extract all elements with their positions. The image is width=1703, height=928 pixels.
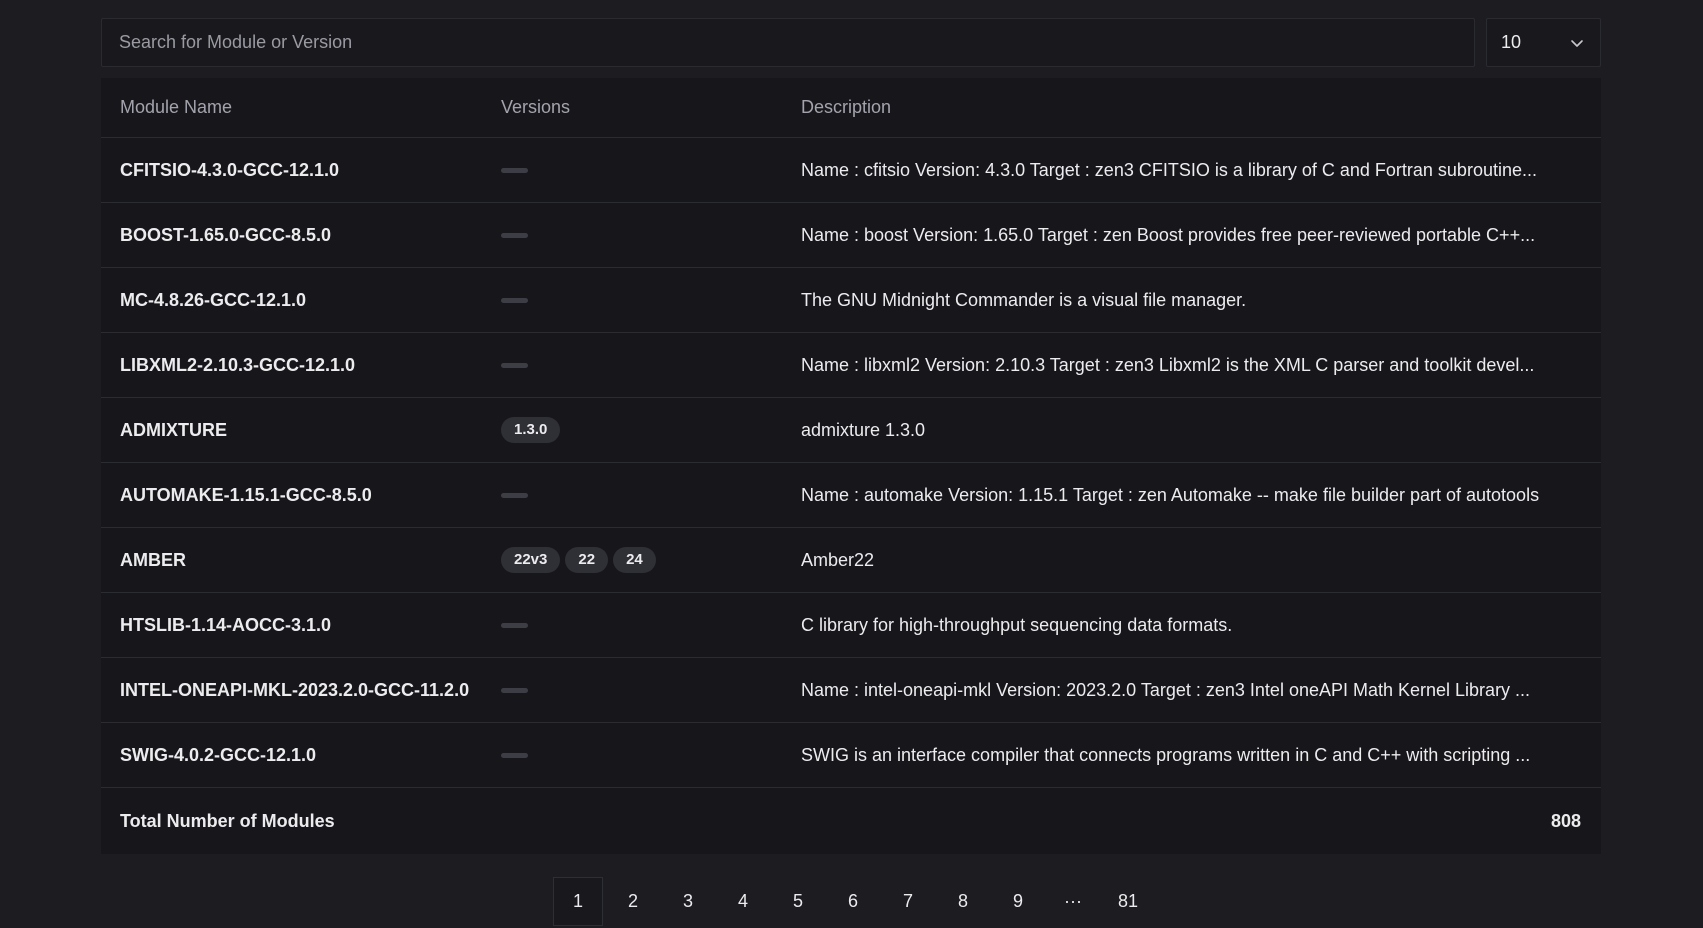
modules-table: Module Name Versions Description CFITSIO… xyxy=(101,78,1601,854)
module-description: C library for high-throughput sequencing… xyxy=(801,614,1233,635)
page-button-5[interactable]: 5 xyxy=(773,877,823,926)
modules-panel: 10 Module Name Versions Description CFIT… xyxy=(101,18,1601,854)
page-button-6[interactable]: 6 xyxy=(828,877,878,926)
page-size-value: 10 xyxy=(1501,32,1522,52)
version-badge[interactable]: 22v3 xyxy=(501,547,561,573)
dash-icon xyxy=(501,687,528,693)
module-description: The GNU Midnight Commander is a visual f… xyxy=(801,289,1247,310)
total-modules-label: Total Number of Modules xyxy=(120,810,335,831)
total-modules-count: 808 xyxy=(1550,810,1581,831)
table-row[interactable]: MC-4.8.26-GCC-12.1.0 The GNU Midnight Com… xyxy=(101,268,1601,333)
page-button-2[interactable]: 2 xyxy=(608,877,658,926)
page-button-1[interactable]: 1 xyxy=(553,877,603,926)
module-description: Amber22 xyxy=(801,549,875,570)
module-description: Name : automake Version: 1.15.1 Target :… xyxy=(801,484,1540,505)
table-footer: Total Number of Modules 808 xyxy=(101,788,1601,854)
page-button-81[interactable]: 81 xyxy=(1103,877,1153,926)
module-versions xyxy=(501,752,801,758)
header-versions[interactable]: Versions xyxy=(501,97,801,118)
dash-icon xyxy=(501,622,528,628)
table-row[interactable]: BOOST-1.65.0-GCC-8.5.0 Name : boost Versi… xyxy=(101,203,1601,268)
module-description: SWIG is an interface compiler that conne… xyxy=(801,744,1531,765)
version-badge[interactable]: 24 xyxy=(613,547,656,573)
module-versions: 22v3 22 24 xyxy=(501,547,801,573)
module-name[interactable]: AMBER xyxy=(101,550,501,571)
search-input[interactable] xyxy=(117,31,1474,54)
module-description: admixture 1.3.0 xyxy=(801,419,926,440)
table-row[interactable]: AMBER 22v3 22 24 Amber22 xyxy=(101,528,1601,593)
module-versions xyxy=(501,167,801,173)
pagination: 1 2 3 4 5 6 7 8 9 ··· 81 xyxy=(553,877,1158,926)
module-description: Name : libxml2 Version: 2.10.3 Target : … xyxy=(801,354,1535,375)
page-size-select[interactable]: 10 xyxy=(1486,18,1601,67)
module-versions xyxy=(501,232,801,238)
module-name[interactable]: ADMIXTURE xyxy=(101,420,501,441)
page-button-3[interactable]: 3 xyxy=(663,877,713,926)
toolbar: 10 xyxy=(101,18,1601,67)
dash-icon xyxy=(501,492,528,498)
table-row[interactable]: SWIG-4.0.2-GCC-12.1.0 SWIG is an interfac… xyxy=(101,723,1601,788)
table-row[interactable]: HTSLIB-1.14-AOCC-3.1.0 C library for high… xyxy=(101,593,1601,658)
page-button-7[interactable]: 7 xyxy=(883,877,933,926)
module-name[interactable]: SWIG-4.0.2-GCC-12.1.0 xyxy=(101,745,501,766)
module-name[interactable]: BOOST-1.65.0-GCC-8.5.0 xyxy=(101,225,501,246)
table-row[interactable]: CFITSIO-4.3.0-GCC-12.1.0 Name : cfitsio V… xyxy=(101,138,1601,203)
pagination-ellipsis: ··· xyxy=(1064,891,1082,911)
module-versions xyxy=(501,492,801,498)
dash-icon xyxy=(501,297,528,303)
table-row[interactable]: LIBXML2-2.10.3-GCC-12.1.0 Name : libxml2 … xyxy=(101,333,1601,398)
module-versions xyxy=(501,362,801,368)
module-versions xyxy=(501,687,801,693)
chevron-down-icon xyxy=(1570,36,1584,50)
module-versions xyxy=(501,297,801,303)
module-versions xyxy=(501,622,801,628)
dash-icon xyxy=(501,232,528,238)
module-name[interactable]: LIBXML2-2.10.3-GCC-12.1.0 xyxy=(101,355,501,376)
dash-icon xyxy=(501,362,528,368)
module-name[interactable]: MC-4.8.26-GCC-12.1.0 xyxy=(101,290,501,311)
page-button-4[interactable]: 4 xyxy=(718,877,768,926)
module-description: Name : boost Version: 1.65.0 Target : ze… xyxy=(801,224,1536,245)
header-module-name[interactable]: Module Name xyxy=(101,97,501,118)
module-description: Name : cfitsio Version: 4.3.0 Target : z… xyxy=(801,159,1537,180)
dash-icon xyxy=(501,752,528,758)
table-row[interactable]: INTEL-ONEAPI-MKL-2023.2.0-GCC-11.2.0 Name… xyxy=(101,658,1601,723)
table-row[interactable]: ADMIXTURE 1.3.0 admixture 1.3.0 xyxy=(101,398,1601,463)
module-name[interactable]: INTEL-ONEAPI-MKL-2023.2.0-GCC-11.2.0 xyxy=(101,680,501,701)
module-versions: 1.3.0 xyxy=(501,417,801,443)
version-badge[interactable]: 1.3.0 xyxy=(501,417,561,443)
table-row[interactable]: AUTOMAKE-1.15.1-GCC-8.5.0 Name : automake… xyxy=(101,463,1601,528)
version-badge[interactable]: 22 xyxy=(565,547,609,573)
header-description[interactable]: Description xyxy=(801,97,1601,118)
module-description: Name : intel-oneapi-mkl Version: 2023.2.… xyxy=(801,679,1531,700)
table-header: Module Name Versions Description xyxy=(101,78,1601,138)
table-body: CFITSIO-4.3.0-GCC-12.1.0 Name : cfitsio V… xyxy=(101,138,1601,788)
search-box[interactable] xyxy=(101,18,1475,67)
module-name[interactable]: AUTOMAKE-1.15.1-GCC-8.5.0 xyxy=(101,485,501,506)
dash-icon xyxy=(501,167,528,173)
module-name[interactable]: CFITSIO-4.3.0-GCC-12.1.0 xyxy=(101,160,501,181)
module-name[interactable]: HTSLIB-1.14-AOCC-3.1.0 xyxy=(101,615,501,636)
page-button-9[interactable]: 9 xyxy=(993,877,1043,926)
page-button-8[interactable]: 8 xyxy=(938,877,988,926)
